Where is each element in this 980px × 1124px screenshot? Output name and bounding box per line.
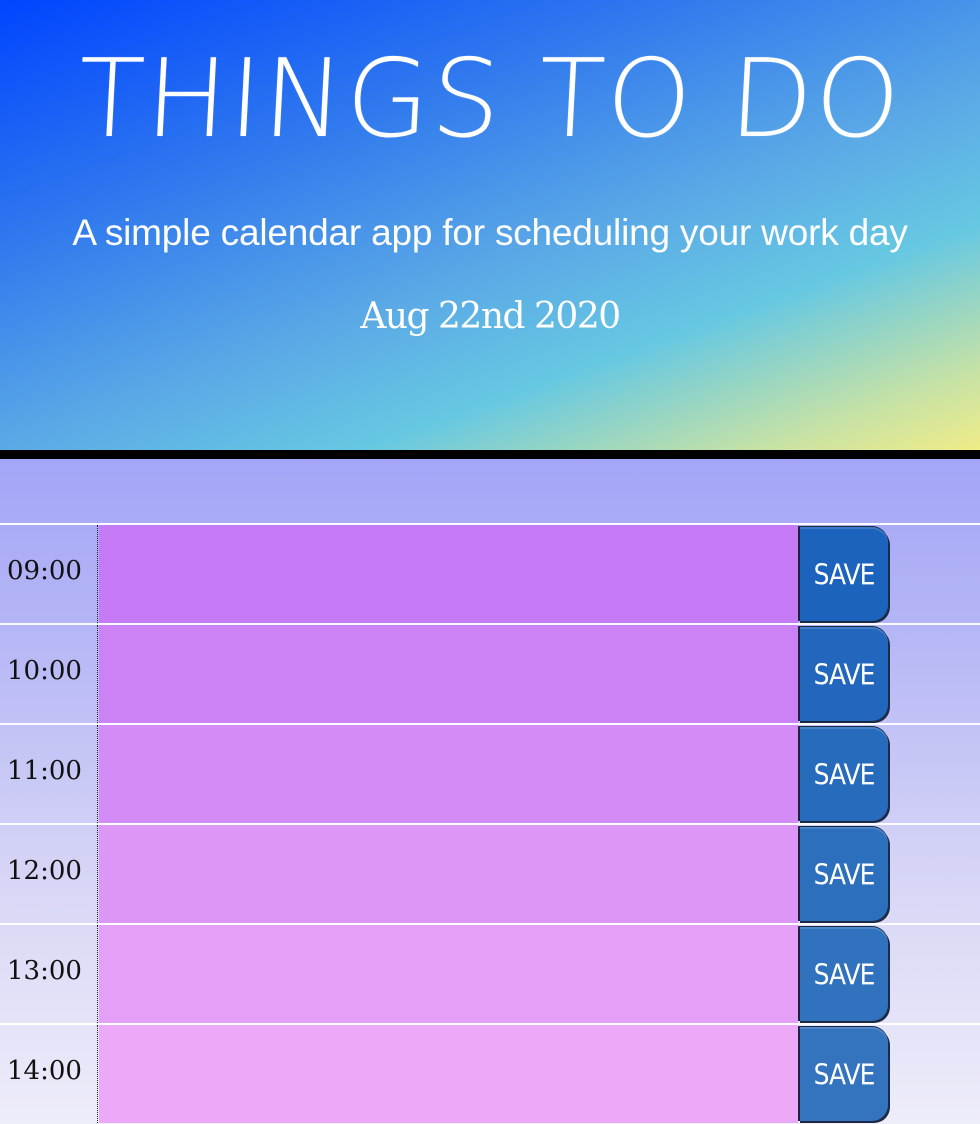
save-button-label: SAVE [813, 957, 876, 991]
save-button[interactable]: SAVE [798, 927, 888, 1021]
task-input[interactable] [99, 925, 798, 1023]
task-input[interactable] [99, 725, 798, 823]
save-button-label: SAVE [813, 1057, 876, 1091]
hour-label: 09:00 [0, 525, 98, 623]
time-block: 12:00 SAVE [0, 823, 980, 923]
hour-label: 10:00 [0, 625, 98, 723]
hour-label: 14:00 [0, 1025, 98, 1123]
save-button-label: SAVE [813, 657, 876, 691]
task-input[interactable] [99, 625, 798, 723]
save-button[interactable]: SAVE [798, 527, 888, 621]
save-button[interactable]: SAVE [798, 1027, 888, 1121]
time-block: 09:00 SAVE [0, 523, 980, 623]
time-block: 14:00 SAVE [0, 1023, 980, 1123]
time-block: 10:00 SAVE [0, 623, 980, 723]
page-title: THINGS TO DO [74, 37, 906, 162]
save-button[interactable]: SAVE [798, 827, 888, 921]
save-button-label: SAVE [813, 857, 876, 891]
page-subtitle: A simple calendar app for scheduling you… [72, 212, 908, 253]
save-button-label: SAVE [813, 557, 876, 591]
hour-label: 12:00 [0, 825, 98, 923]
save-button[interactable]: SAVE [798, 627, 888, 721]
schedule-container: 09:00 SAVE 10:00 SAVE 11:00 SAVE 12:00 S… [0, 523, 980, 1123]
hour-label: 11:00 [0, 725, 98, 823]
save-button[interactable]: SAVE [798, 727, 888, 821]
hour-label: 13:00 [0, 925, 98, 1023]
task-input[interactable] [99, 825, 798, 923]
task-input[interactable] [99, 1025, 798, 1123]
task-input[interactable] [99, 525, 798, 623]
time-block: 11:00 SAVE [0, 723, 980, 823]
current-date: Aug 22nd 2020 [360, 296, 621, 337]
jumbotron-header: THINGS TO DO A simple calendar app for s… [0, 0, 980, 459]
save-button-label: SAVE [813, 757, 876, 791]
time-block: 13:00 SAVE [0, 923, 980, 1023]
